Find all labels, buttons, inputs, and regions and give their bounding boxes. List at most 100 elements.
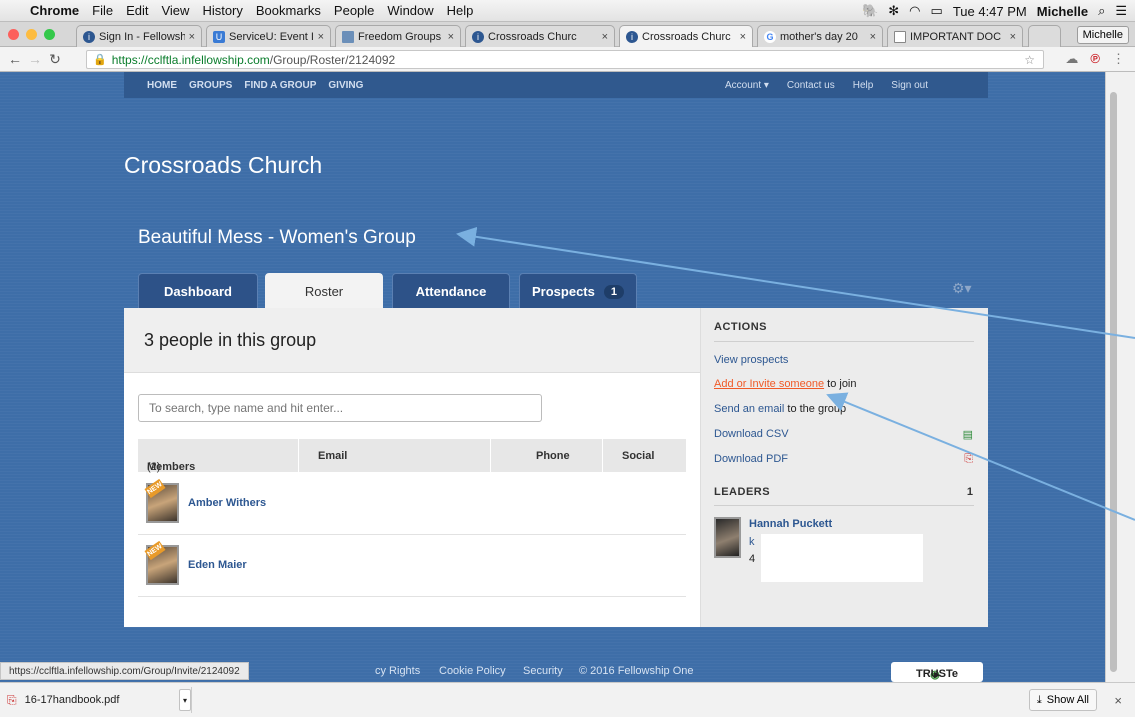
col-email[interactable]: Email — [318, 450, 347, 462]
nav-help[interactable]: Help — [853, 80, 874, 91]
show-all-button[interactable]: ⤓ Show All — [1028, 689, 1097, 711]
close-downloads-icon[interactable]: × — [1114, 693, 1122, 708]
menu-history[interactable]: History — [202, 3, 242, 18]
menu-file[interactable]: File — [92, 3, 113, 18]
close-window-icon[interactable] — [8, 29, 19, 40]
nav-contact[interactable]: Contact us — [787, 80, 835, 91]
browser-tab-active[interactable]: i Crossroads Churc × — [619, 25, 753, 47]
url-host: https://cclftla.infellowship.com — [111, 52, 270, 67]
browser-tab[interactable]: i Sign In - Fellowsh × — [76, 25, 202, 47]
close-tab-icon[interactable]: × — [870, 31, 876, 43]
close-tab-icon[interactable]: × — [740, 31, 746, 43]
tab-roster[interactable]: Roster — [265, 273, 383, 309]
menu-app[interactable]: Chrome — [30, 3, 79, 18]
nav-groups[interactable]: GROUPS — [189, 80, 232, 91]
forward-icon[interactable]: → — [25, 51, 45, 67]
divider — [714, 341, 974, 342]
member-name[interactable]: Amber Withers — [188, 497, 266, 509]
col-phone[interactable]: Phone — [536, 450, 570, 462]
table-row[interactable]: NEW Amber Withers — [138, 474, 686, 535]
table-row[interactable]: NEW Eden Maier — [138, 536, 686, 597]
close-tab-icon[interactable]: × — [602, 31, 608, 43]
spotlight-icon[interactable]: ⌕ — [1098, 3, 1105, 19]
bluetooth-icon[interactable]: ✻ — [888, 3, 899, 19]
truste-seal[interactable]: ◉ TRUSTe ▸ — [891, 662, 983, 682]
nav-home[interactable]: HOME — [147, 80, 177, 91]
tab-title: mother's day 20 — [780, 30, 858, 43]
bookmark-star-icon[interactable]: ☆ — [1024, 53, 1035, 67]
browser-tab[interactable]: i Crossroads Churc × — [465, 25, 615, 47]
nav-find-group[interactable]: FIND A GROUP — [244, 80, 316, 91]
nav-sign-out[interactable]: Sign out — [891, 80, 928, 91]
user-name[interactable]: Michelle — [1037, 4, 1088, 19]
download-pdf-link[interactable]: Download PDF — [714, 453, 788, 465]
tab-title: IMPORTANT DOC — [910, 30, 1002, 43]
back-icon[interactable]: ← — [5, 51, 25, 67]
scrollbar[interactable] — [1105, 72, 1135, 682]
reload-icon[interactable]: ↻ — [45, 51, 65, 68]
extension-icon[interactable]: ☁ — [1065, 51, 1078, 67]
browser-tab[interactable]: U ServiceU: Event I × — [206, 25, 331, 47]
leader-name[interactable]: Hannah Puckett — [749, 518, 832, 530]
search-input[interactable] — [138, 394, 542, 422]
url-path: /Group/Roster/2124092 — [269, 52, 396, 67]
view-prospects-link[interactable]: View prospects — [714, 354, 788, 366]
menu-view[interactable]: View — [161, 3, 189, 18]
close-tab-icon[interactable]: × — [448, 31, 454, 43]
browser-tab[interactable]: G mother's day 20 × — [757, 25, 883, 47]
column-divider — [490, 439, 491, 472]
profile-button[interactable]: Michelle — [1076, 26, 1129, 44]
zoom-window-icon[interactable] — [44, 29, 55, 40]
tab-attendance[interactable]: Attendance — [392, 273, 510, 309]
church-name[interactable]: Crossroads Church — [124, 152, 322, 179]
gear-icon[interactable]: ⚙▾ — [952, 280, 972, 297]
minimize-window-icon[interactable] — [26, 29, 37, 40]
chrome-menu-icon[interactable]: ⋮ — [1112, 51, 1125, 67]
site-footer: cy Rights Cookie Policy Security © 2016 … — [124, 659, 988, 682]
menu-edit[interactable]: Edit — [126, 3, 148, 18]
pdf-icon[interactable]: ⎘ — [964, 453, 973, 466]
download-item[interactable]: ⎘ 16-17handbook.pdf ▾ — [7, 687, 192, 713]
add-invite-link[interactable]: Add or Invite someone — [714, 378, 824, 390]
nav-right: Account ▾ Contact us Help Sign out — [725, 80, 928, 91]
notification-center-icon[interactable]: ☰ — [1115, 3, 1127, 19]
nav-account[interactable]: Account ▾ — [725, 80, 769, 91]
tab-prospects[interactable]: Prospects 1 — [519, 273, 637, 309]
clock[interactable]: Tue 4:47 PM — [953, 4, 1027, 19]
close-tab-icon[interactable]: × — [1010, 31, 1016, 43]
copyright: © 2016 Fellowship One — [579, 665, 694, 677]
download-menu-chevron-icon[interactable]: ▾ — [179, 689, 191, 711]
avatar[interactable]: NEW — [144, 478, 179, 523]
battery-icon[interactable]: ▭ — [931, 3, 943, 19]
leader-email[interactable]: k — [749, 536, 755, 548]
evernote-icon[interactable]: 🐘 — [862, 3, 878, 19]
security-link[interactable]: Security — [523, 665, 563, 677]
wifi-icon[interactable]: ◠ — [909, 3, 920, 19]
lock-icon: 🔒 — [93, 54, 107, 66]
tab-dashboard[interactable]: Dashboard — [138, 273, 258, 309]
download-csv-link[interactable]: Download CSV — [714, 428, 789, 440]
leader-avatar[interactable] — [714, 517, 741, 558]
tab-title: Crossroads Churc — [488, 30, 577, 43]
avatar[interactable]: NEW — [144, 540, 179, 585]
browser-tab[interactable]: IMPORTANT DOC × — [887, 25, 1023, 47]
close-tab-icon[interactable]: × — [189, 31, 195, 43]
browser-tab[interactable]: Freedom Groups × — [335, 25, 461, 47]
privacy-link[interactable]: cy Rights — [375, 665, 420, 677]
excel-icon[interactable]: ▤ — [963, 428, 973, 441]
new-tab-button[interactable] — [1028, 25, 1061, 47]
close-tab-icon[interactable]: × — [318, 31, 324, 43]
cookie-policy-link[interactable]: Cookie Policy — [439, 665, 506, 677]
menu-people[interactable]: People — [334, 3, 374, 18]
menu-bookmarks[interactable]: Bookmarks — [256, 3, 321, 18]
pinterest-icon[interactable]: ℗ — [1090, 51, 1100, 67]
tab-label: Prospects — [532, 284, 595, 299]
member-name[interactable]: Eden Maier — [188, 559, 247, 571]
send-email-link[interactable]: Send an email — [714, 403, 784, 415]
nav-giving[interactable]: GIVING — [328, 80, 363, 91]
menu-window[interactable]: Window — [387, 3, 433, 18]
menu-help[interactable]: Help — [447, 3, 474, 18]
scrollbar-thumb[interactable] — [1110, 92, 1117, 672]
url-field[interactable]: 🔒 https://cclftla.infellowship.com/Group… — [86, 50, 1044, 69]
col-social[interactable]: Social — [622, 450, 654, 462]
